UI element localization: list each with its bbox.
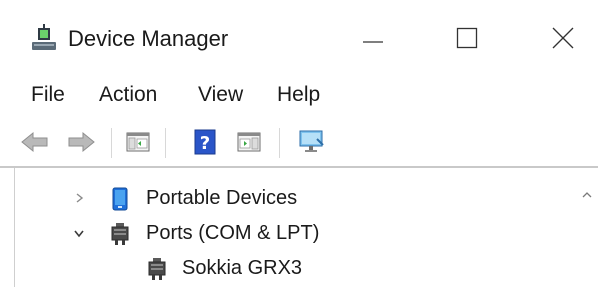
menu-bar: File Action View Help <box>0 74 598 116</box>
chevron-down-icon[interactable] <box>72 226 86 240</box>
minimize-button[interactable] <box>338 12 408 64</box>
close-button[interactable] <box>528 12 598 64</box>
back-button[interactable] <box>18 126 52 158</box>
help-button[interactable]: ? <box>188 126 222 158</box>
tree-node-ports[interactable]: Ports (COM & LPT) <box>0 217 578 249</box>
portable-device-icon <box>112 187 128 211</box>
show-hide-action-pane-button[interactable] <box>232 126 266 158</box>
tree-node-label: Ports (COM & LPT) <box>146 222 320 244</box>
port-icon <box>111 223 129 245</box>
device-tree: Portable Devices Ports (COM & LPT) Sokki… <box>0 168 598 287</box>
toolbar-separator <box>279 128 280 158</box>
maximize-button[interactable] <box>432 12 502 64</box>
toolbar: ? <box>0 118 598 168</box>
title-bar[interactable]: Device Manager <box>0 0 598 74</box>
window-title: Device Manager <box>68 26 229 51</box>
minimize-icon <box>363 41 383 43</box>
svg-text:?: ? <box>200 133 210 154</box>
menu-action[interactable]: Action <box>93 80 163 110</box>
show-hide-console-tree-icon <box>126 132 150 152</box>
device-manager-window: Device Manager File Action View Help ? P… <box>0 0 598 287</box>
tree-node-label: Sokkia GRX3 <box>182 257 303 279</box>
tree-node-portable-devices[interactable]: Portable Devices <box>0 182 578 214</box>
vertical-scrollbar[interactable] <box>578 168 598 287</box>
chevron-right-icon[interactable] <box>72 191 86 205</box>
forward-button[interactable] <box>64 126 98 158</box>
close-icon <box>552 27 574 49</box>
device-manager-app-icon <box>28 22 60 54</box>
menu-file[interactable]: File <box>25 80 71 110</box>
menu-view[interactable]: View <box>192 80 249 110</box>
forward-arrow-icon <box>68 131 95 153</box>
back-arrow-icon <box>21 131 48 153</box>
scan-hardware-button[interactable] <box>295 126 329 158</box>
port-icon <box>148 258 166 280</box>
toolbar-separator <box>111 128 112 158</box>
tree-node-label: Portable Devices <box>146 187 298 209</box>
maximize-icon <box>456 27 478 49</box>
scroll-up-icon[interactable] <box>581 190 593 200</box>
toolbar-separator <box>165 128 166 158</box>
show-hide-console-tree-button[interactable] <box>121 126 155 158</box>
help-icon: ? <box>194 129 216 155</box>
menu-help[interactable]: Help <box>271 80 326 110</box>
tree-node-sokkia-grx3[interactable]: Sokkia GRX3 <box>0 252 578 284</box>
monitor-icon <box>299 130 324 152</box>
show-hide-action-pane-icon <box>237 132 261 152</box>
